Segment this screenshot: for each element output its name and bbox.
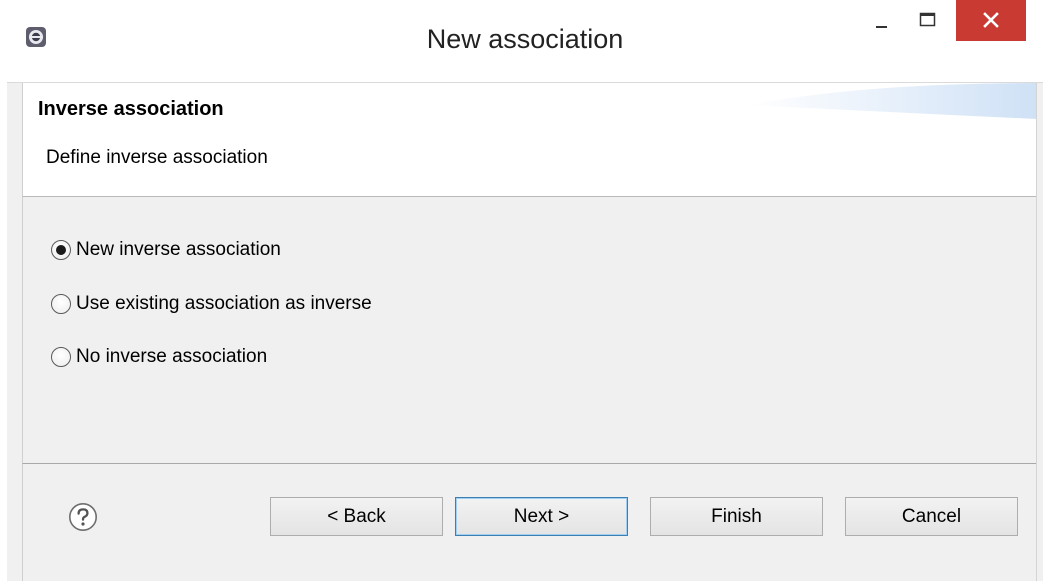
minimize-button[interactable] bbox=[863, 0, 903, 41]
cancel-button[interactable]: Cancel bbox=[845, 497, 1018, 536]
page-title: Inverse association bbox=[38, 98, 224, 120]
next-button[interactable]: Next > bbox=[455, 497, 628, 536]
minimize-icon bbox=[876, 26, 887, 28]
finish-button[interactable]: Finish bbox=[650, 497, 823, 536]
options-panel: New inverse association Use existing ass… bbox=[22, 197, 1037, 464]
help-icon[interactable] bbox=[68, 502, 98, 532]
back-button[interactable]: < Back bbox=[270, 497, 443, 536]
radio-new-inverse[interactable]: New inverse association bbox=[51, 237, 281, 263]
radio-label: No inverse association bbox=[76, 346, 268, 367]
close-icon bbox=[983, 12, 999, 28]
maximize-icon bbox=[919, 12, 936, 27]
radio-label: Use existing association as inverse bbox=[76, 293, 372, 314]
close-button[interactable] bbox=[956, 0, 1026, 41]
radio-button-checked[interactable] bbox=[51, 240, 71, 260]
radio-label: New inverse association bbox=[76, 239, 281, 260]
wizard-header: Inverse association Define inverse assoc… bbox=[22, 83, 1037, 197]
title-bar: New association bbox=[7, 0, 1043, 83]
page-description: Define inverse association bbox=[46, 147, 268, 168]
banner-graphic bbox=[747, 83, 1037, 119]
dialog-window: New association Inverse association Defi… bbox=[7, 0, 1043, 581]
radio-button[interactable] bbox=[51, 347, 71, 367]
radio-button[interactable] bbox=[51, 294, 71, 314]
radio-use-existing[interactable]: Use existing association as inverse bbox=[51, 291, 372, 317]
window-border bbox=[1036, 83, 1043, 581]
radio-no-inverse[interactable]: No inverse association bbox=[51, 344, 267, 370]
button-bar: < Back Next > Finish Cancel bbox=[22, 464, 1037, 581]
maximize-button[interactable] bbox=[907, 0, 947, 41]
